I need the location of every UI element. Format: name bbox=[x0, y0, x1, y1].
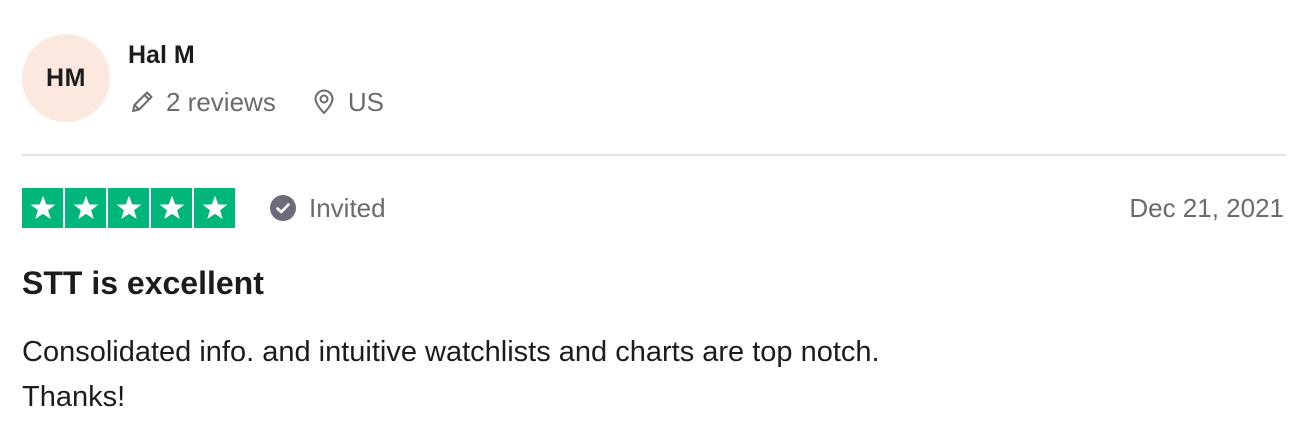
invited-badge[interactable]: Invited bbox=[269, 193, 386, 224]
invited-label: Invited bbox=[309, 192, 386, 223]
reviewer-header: HM Hal M 2 reviews US bbox=[22, 34, 384, 122]
location-label: US bbox=[347, 87, 384, 117]
review-body: Consolidated info. and intuitive watchli… bbox=[22, 330, 1262, 420]
star-icon bbox=[194, 188, 235, 228]
rating-row: Invited Dec 21, 2021 bbox=[22, 188, 1284, 228]
review-count: 2 reviews bbox=[128, 87, 276, 117]
reviewer-info: Hal M 2 reviews US bbox=[128, 34, 384, 117]
reviewer-name[interactable]: Hal M bbox=[128, 41, 384, 69]
reviewer-meta: 2 reviews US bbox=[128, 87, 384, 117]
pencil-icon bbox=[128, 88, 156, 116]
review-count-label: 2 reviews bbox=[166, 87, 276, 117]
review-body-line: Consolidated info. and intuitive watchli… bbox=[22, 336, 880, 368]
star-rating bbox=[22, 188, 235, 228]
review-title[interactable]: STT is excellent bbox=[22, 264, 264, 302]
review-card: HM Hal M 2 reviews US Invited Dec 21, 20… bbox=[0, 0, 1306, 442]
star-icon bbox=[65, 188, 106, 228]
avatar[interactable]: HM bbox=[22, 34, 110, 122]
review-date: Dec 21, 2021 bbox=[1129, 192, 1284, 223]
star-icon bbox=[22, 188, 63, 228]
map-pin-icon bbox=[310, 88, 338, 116]
divider bbox=[22, 154, 1286, 156]
review-body-line: Thanks! bbox=[22, 381, 126, 413]
reviewer-location: US bbox=[310, 87, 384, 117]
star-icon bbox=[151, 188, 192, 228]
check-circle-icon bbox=[269, 194, 297, 222]
star-icon bbox=[108, 188, 149, 228]
